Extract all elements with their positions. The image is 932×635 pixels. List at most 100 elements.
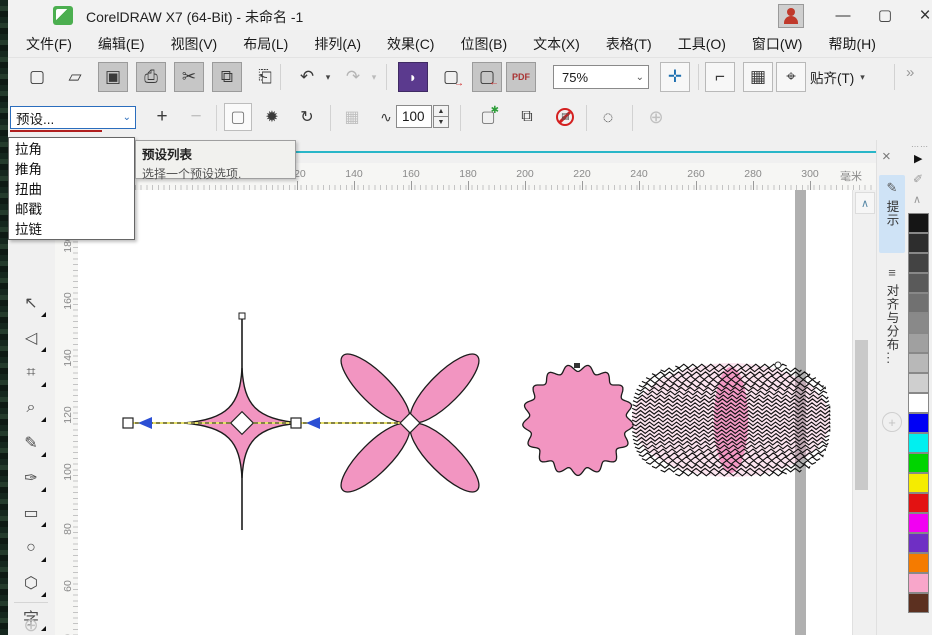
copy-distortion-button[interactable]: ⧉: [513, 103, 541, 131]
import-button[interactable]: ▢ →: [436, 62, 466, 92]
color-swatch[interactable]: [908, 573, 929, 593]
preset-list-combobox[interactable]: 预设... ⌄: [10, 106, 136, 129]
zoom-fit-button[interactable]: ✛: [660, 62, 690, 92]
snap-to-menu-button[interactable]: 贴齐(T) ▾: [810, 65, 865, 89]
toolbar-button[interactable]: ↶: [292, 62, 322, 92]
palette-scroll-up[interactable]: ∧: [913, 193, 921, 206]
color-swatch[interactable]: [908, 273, 929, 293]
color-swatch[interactable]: [908, 373, 929, 393]
menu-item[interactable]: 窗口(W): [752, 34, 803, 54]
docker-close-button[interactable]: ×: [882, 148, 891, 165]
remove-preset-button[interactable]: −: [182, 103, 210, 131]
color-swatch[interactable]: [908, 553, 929, 573]
color-swatch[interactable]: [908, 473, 929, 493]
menu-item[interactable]: 文本(X): [533, 34, 580, 54]
push-pull-distortion-button[interactable]: ▢: [224, 103, 252, 131]
color-swatch[interactable]: [908, 353, 929, 373]
docker-tab[interactable]: ✎ 提示: [879, 175, 905, 253]
menu-item[interactable]: 文件(F): [26, 34, 72, 54]
menu-item[interactable]: 帮助(H): [828, 34, 875, 54]
preset-option[interactable]: 扭曲: [9, 178, 134, 198]
scroll-up-button[interactable]: ∧: [855, 192, 875, 214]
color-swatch[interactable]: [908, 433, 929, 453]
docker-add-button[interactable]: +: [882, 412, 902, 432]
convert-to-curves-button[interactable]: ◌: [594, 103, 622, 131]
vertical-ruler[interactable]: 180160140120100806040: [55, 190, 79, 635]
color-swatch[interactable]: [908, 413, 929, 433]
color-swatch[interactable]: [908, 393, 929, 413]
preset-option[interactable]: 拉链: [9, 218, 134, 238]
export-button[interactable]: ▢ ←: [472, 62, 502, 92]
menu-item[interactable]: 效果(C): [387, 34, 434, 54]
color-swatch[interactable]: [908, 233, 929, 253]
color-swatch[interactable]: [908, 293, 929, 313]
color-swatch[interactable]: [908, 453, 929, 473]
toolbar-button[interactable]: ▱: [60, 62, 90, 92]
clear-distortion-button[interactable]: [556, 108, 574, 126]
toolbar-button[interactable]: ⎗: [250, 62, 280, 92]
toolbox-tool[interactable]: ✎: [15, 428, 47, 458]
color-swatch[interactable]: [908, 333, 929, 353]
redo-dropdown-caret[interactable]: ▾: [368, 62, 380, 92]
scalloped-circle-shape[interactable]: [522, 363, 634, 477]
eyedropper-icon[interactable]: ✐: [913, 172, 923, 186]
distortion-control-handles[interactable]: [122, 410, 421, 436]
toolbar-button[interactable]: ↷: [338, 62, 368, 92]
search-content-button[interactable]: ◗: [398, 62, 428, 92]
zipper-distortion-button[interactable]: ✹: [258, 103, 286, 131]
amplitude-input[interactable]: 100: [396, 105, 432, 128]
twister-distortion-button[interactable]: ↻: [293, 103, 321, 131]
undo-dropdown-caret[interactable]: ▾: [322, 62, 334, 92]
color-swatch[interactable]: [908, 253, 929, 273]
view-toggle-button[interactable]: ⌐: [705, 62, 735, 92]
toolbox-tool[interactable]: ⌕: [15, 393, 47, 423]
customize-toolbox-button[interactable]: ⊕: [15, 610, 47, 635]
publish-pdf-button[interactable]: PDF: [506, 62, 536, 92]
palette-flyout-arrow[interactable]: ▶: [914, 152, 922, 165]
toolbar-button[interactable]: ▢: [22, 62, 52, 92]
menu-item[interactable]: 视图(V): [171, 34, 218, 54]
toolbox-tool[interactable]: ○: [15, 533, 47, 563]
color-swatch[interactable]: [908, 513, 929, 533]
amplitude-spin-down[interactable]: ▼: [433, 116, 449, 128]
toolbox-tool[interactable]: ⬡: [15, 568, 47, 598]
color-swatch[interactable]: [908, 533, 929, 553]
menu-item[interactable]: 表格(T): [606, 34, 652, 54]
center-distortion-button[interactable]: ▢ ✱: [474, 103, 502, 131]
close-button[interactable]: ×: [908, 4, 932, 27]
toolbox-tool[interactable]: ⌗: [15, 358, 47, 388]
docker-tab[interactable]: ≡ 对齐与分布...: [879, 260, 905, 370]
menu-item[interactable]: 布局(L): [243, 34, 288, 54]
toolbar-button[interactable]: ⎙: [136, 62, 166, 92]
color-swatch[interactable]: [908, 213, 929, 233]
preset-option[interactable]: 拉角: [9, 138, 134, 158]
menu-item[interactable]: 位图(B): [460, 34, 507, 54]
title-bar[interactable]: CorelDRAW X7 (64-Bit) - 未命名 -1 — ▢ ×: [8, 0, 932, 31]
add-property-button[interactable]: ⊕: [642, 103, 670, 131]
color-swatch[interactable]: [908, 313, 929, 333]
toolbar-button[interactable]: ▣: [98, 62, 128, 92]
preset-option[interactable]: 邮戳: [9, 198, 134, 218]
toolbox-tool[interactable]: ✑: [15, 463, 47, 493]
vertical-scrollbar[interactable]: ∧: [852, 190, 877, 635]
color-swatch[interactable]: [908, 593, 929, 613]
menu-item[interactable]: 编辑(E): [98, 34, 145, 54]
view-toggle-button[interactable]: ⌖: [776, 62, 806, 92]
toolbox-tool[interactable]: ▭: [15, 498, 47, 528]
menu-item[interactable]: 工具(O): [678, 34, 726, 54]
maximize-button[interactable]: ▢: [868, 4, 902, 27]
scrollbar-thumb[interactable]: [855, 340, 868, 490]
toolbar-overflow-button[interactable]: »: [906, 64, 914, 81]
toolbox-tool[interactable]: ↖: [15, 288, 47, 318]
color-swatch[interactable]: [908, 493, 929, 513]
view-toggle-button[interactable]: ▦: [743, 62, 773, 92]
user-account-icon[interactable]: [778, 4, 804, 28]
preset-option[interactable]: 推角: [9, 158, 134, 178]
menu-item[interactable]: 排列(A): [314, 34, 361, 54]
palette-drag-handle[interactable]: ⋯⋯: [911, 142, 929, 151]
drawing-canvas[interactable]: [78, 190, 852, 635]
toolbar-button[interactable]: ⧉: [212, 62, 242, 92]
zoom-level-combobox[interactable]: 75% ⌄: [553, 65, 649, 89]
toolbar-button[interactable]: ✂: [174, 62, 204, 92]
minimize-button[interactable]: —: [826, 4, 860, 27]
